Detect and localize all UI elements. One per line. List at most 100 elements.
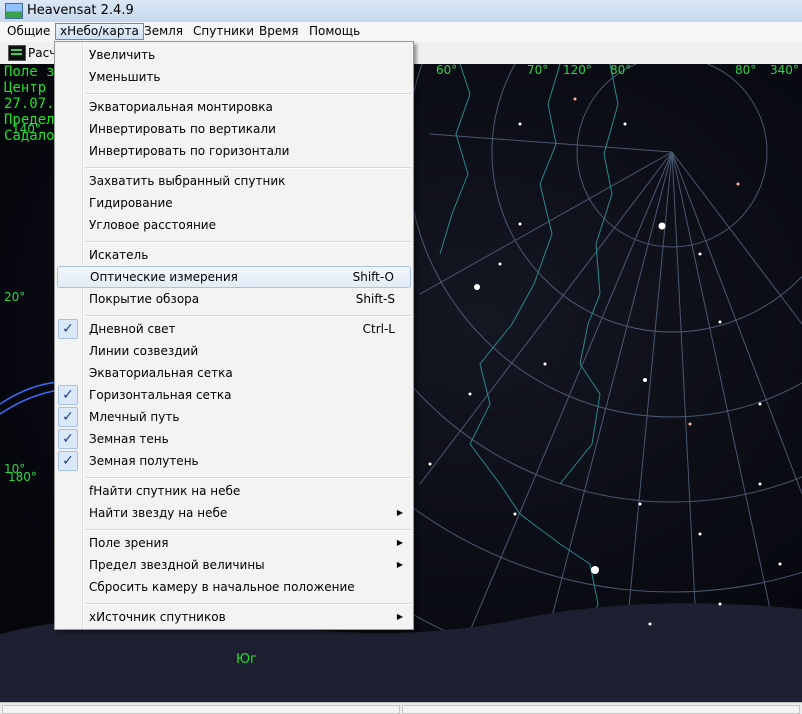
app-icon [5, 3, 23, 19]
checkmark-icon: ✓ [58, 429, 78, 449]
submenu-arrow-icon: ▶ [396, 560, 403, 569]
star [591, 566, 599, 574]
shortcut-label: Shift-O [352, 270, 394, 284]
window-title: Heavensat 2.4.9 [27, 3, 134, 18]
menu-item-daylight[interactable]: ✓ Дневной свет Ctrl-L [57, 318, 411, 340]
star [543, 362, 547, 366]
menu-separator [85, 603, 411, 605]
star [643, 378, 647, 382]
menu-item-guiding[interactable]: Гидирование [57, 192, 411, 214]
grid-label: 80° [610, 64, 632, 77]
grid-line [419, 151, 673, 295]
menu-separator [85, 167, 411, 169]
menu-item-find-satellite[interactable]: fНайти спутник на небе [57, 480, 411, 502]
grid-line [671, 151, 802, 325]
menu-separator [85, 93, 411, 95]
menu-time[interactable]: Время [255, 23, 303, 40]
menu-item-invert-horizontal[interactable]: Инвертировать по горизонтали [57, 140, 411, 162]
menu-item-satellite-source[interactable]: хИсточник спутников ▶ [57, 606, 411, 628]
submenu-arrow-icon: ▶ [396, 508, 403, 517]
grid-label: 180° [8, 470, 37, 484]
menu-item-milky-way[interactable]: ✓ Млечный путь [57, 406, 411, 428]
star [428, 462, 432, 466]
hud-line-center: Центр [4, 80, 47, 96]
menu-item-angular-distance[interactable]: Угловое расстояние [57, 214, 411, 236]
menu-item-view-coverage[interactable]: Покрытие обзора Shift-S [57, 288, 411, 310]
calculate-icon[interactable] [8, 45, 26, 61]
shortcut-label: Shift-S [355, 292, 395, 306]
menu-item-find-star[interactable]: Найти звезду на небе ▶ [57, 502, 411, 524]
star [758, 402, 762, 406]
star [573, 97, 577, 101]
menu-item-constellation-lines[interactable]: Линии созвездий [57, 340, 411, 362]
hud-line-date: 27.07. [4, 96, 55, 112]
menu-item-finder[interactable]: Искатель [57, 244, 411, 266]
title-bar: Heavensat 2.4.9 [0, 0, 802, 23]
grid-label: 140° [12, 122, 41, 136]
checkmark-icon: ✓ [58, 319, 78, 339]
grid-line [429, 133, 673, 153]
star [698, 252, 702, 256]
menu-item-equatorial-mount[interactable]: Экваториальная монтировка [57, 96, 411, 118]
menu-item-zoom-out[interactable]: Уменьшить [57, 66, 411, 88]
grid-label: 60° [436, 64, 458, 77]
star [778, 562, 782, 566]
grid-line [671, 151, 802, 495]
menu-item-magnitude-limit[interactable]: Предел звездной величины ▶ [57, 554, 411, 576]
star [518, 222, 522, 226]
star [718, 320, 722, 324]
star [758, 482, 762, 486]
menu-earth[interactable]: Земля [140, 23, 187, 40]
menu-item-optical-measurements[interactable]: Оптические измерения Shift-O [57, 266, 411, 288]
menu-general[interactable]: Общие [3, 23, 54, 40]
menu-item-earth-shadow[interactable]: ✓ Земная тень [57, 428, 411, 450]
star [688, 422, 692, 426]
star [638, 502, 642, 506]
sky-map-dropdown-menu: Увеличить Уменьшить Экваториальная монти… [54, 41, 414, 630]
status-pane [2, 705, 400, 714]
hud-line-fov: Поле з [4, 64, 55, 80]
menu-separator [85, 241, 411, 243]
menu-item-field-of-view[interactable]: Поле зрения ▶ [57, 532, 411, 554]
menu-satellites[interactable]: Спутники [189, 23, 258, 40]
grid-line [419, 151, 673, 485]
menu-item-zoom-in[interactable]: Увеличить [57, 44, 411, 66]
menu-help[interactable]: Помощь [305, 23, 364, 40]
menu-bar: Общие хНебо/карта Земля Спутники Время П… [0, 22, 802, 43]
grid-label: 120° [563, 64, 592, 77]
menu-item-earth-penumbra[interactable]: ✓ Земная полутень [57, 450, 411, 472]
shortcut-label: Ctrl-L [362, 322, 395, 336]
star [718, 602, 722, 606]
menu-item-horizontal-grid[interactable]: ✓ Горизонтальная сетка [57, 384, 411, 406]
status-pane [402, 705, 800, 714]
grid-label: 340° [770, 64, 799, 77]
menu-sky-map[interactable]: хНебо/карта [55, 23, 144, 40]
star [698, 532, 702, 536]
menu-separator [85, 477, 411, 479]
grid-label: 20° [4, 290, 26, 304]
star [736, 182, 740, 186]
submenu-arrow-icon: ▶ [396, 538, 403, 547]
status-bar [0, 702, 802, 714]
menu-separator [85, 315, 411, 317]
star [648, 622, 652, 626]
star [474, 284, 480, 290]
star [513, 512, 517, 516]
menu-item-reset-camera[interactable]: Сбросить камеру в начальное положение [57, 576, 411, 598]
menu-item-equatorial-grid[interactable]: Экваториальная сетка [57, 362, 411, 384]
menu-item-invert-vertical[interactable]: Инвертировать по вертикали [57, 118, 411, 140]
grid-label: 80° [735, 64, 757, 77]
checkmark-icon: ✓ [58, 407, 78, 427]
constellation-line [439, 64, 471, 255]
orbit-arc [0, 381, 61, 405]
star [518, 122, 522, 126]
star [468, 392, 472, 396]
menu-separator [85, 529, 411, 531]
orbit-arc [0, 389, 61, 415]
submenu-arrow-icon: ▶ [396, 612, 403, 621]
milky-way-edge [559, 64, 619, 485]
menu-item-capture-satellite[interactable]: Захватить выбранный спутник [57, 170, 411, 192]
star [498, 262, 502, 266]
checkmark-icon: ✓ [58, 451, 78, 471]
checkmark-icon: ✓ [58, 385, 78, 405]
